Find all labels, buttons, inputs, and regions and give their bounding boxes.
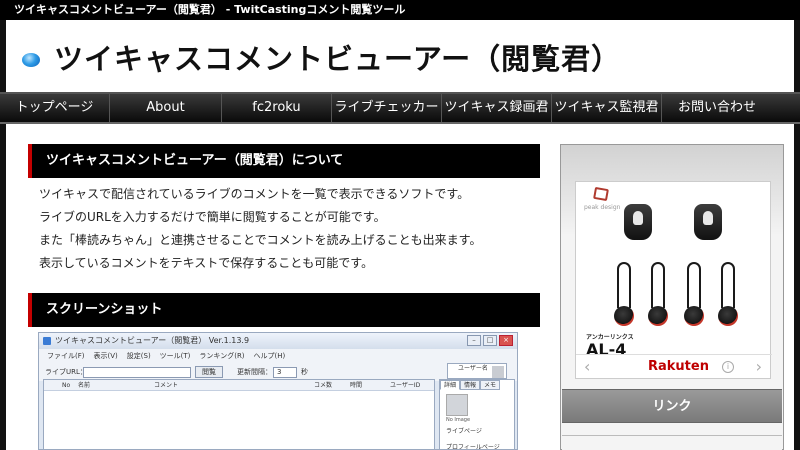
brand-name: peak design: [584, 204, 621, 211]
app-menu-item: ヘルプ(H): [253, 352, 286, 360]
product-cord-image: [651, 262, 665, 308]
nav-item-top[interactable]: トップページ: [0, 94, 110, 122]
about-line: 表示しているコメントをテキストで保存することも可能です。: [39, 256, 374, 270]
about-line: ツイキャスで配信されているライブのコメントを一覧で表示できるソフトです。: [39, 187, 470, 201]
app-grid-col: 時間: [350, 382, 363, 389]
app-side-tab: 詳細: [440, 380, 461, 390]
app-menu-item: ランキング(R): [199, 352, 245, 360]
close-icon: ×: [499, 335, 513, 346]
app-side-link-profile: プロフィールページ: [446, 444, 500, 450]
app-profile-avatar: [492, 366, 504, 378]
app-url-input: [83, 367, 191, 378]
app-side-tabs: 詳細 情報 メモ: [440, 380, 514, 390]
main-nav: トップページ About fc2roku ライブチェッカー ツイキャス録画君 ツ…: [0, 92, 800, 124]
product-anchor-image: [614, 306, 634, 326]
about-heading: ツイキャスコメントビューアー（閲覧君）について: [28, 144, 540, 178]
brand-logo: peak design: [580, 186, 620, 214]
chevron-left-icon[interactable]: ‹: [584, 357, 590, 376]
app-grid-header: No 名前 コメント コメ数 時間 ユーザーID: [44, 380, 434, 391]
main-content: ツイキャスコメントビューアー（閲覧君）について ツイキャスで配信されているライブ…: [0, 124, 800, 450]
nav-item-fc2roku[interactable]: fc2roku: [222, 94, 332, 122]
app-grid-col: コメ数: [314, 382, 333, 389]
app-url-label: ライブURL：: [45, 368, 87, 376]
app-icon: [43, 337, 51, 345]
product-clip-image: [694, 204, 722, 240]
app-side-tab: 情報: [460, 380, 481, 390]
site-title[interactable]: ツイキャスコメントビューアー（閲覧君）: [54, 36, 621, 78]
site-tagline-bar: ツイキャスコメントビューアー（閲覧君） - TwitCastingコメント閲覧ツ…: [0, 0, 800, 20]
app-menu-bar: ファイル(F) 表示(V) 設定(S) ツール(T) ランキング(R) ヘルプ(…: [39, 349, 517, 363]
app-profile-box: ユーザー名: [447, 363, 507, 379]
window-controls: – □ ×: [467, 335, 513, 346]
app-menu-item: ファイル(F): [47, 352, 85, 360]
sidebar-link-list: [562, 435, 782, 450]
app-grid-col: 名前: [78, 382, 91, 389]
screenshot-heading: スクリーンショット: [28, 293, 540, 327]
info-icon[interactable]: i: [722, 361, 734, 373]
nav-item-kanshi[interactable]: ツイキャス監視君: [552, 94, 662, 122]
link-section-heading[interactable]: リンク: [562, 389, 782, 423]
sidebar: peak design アンカーリンクス AL-4 ‹ Rakuten i › …: [560, 144, 784, 450]
product-cord-image: [721, 262, 735, 308]
product-anchor-image: [684, 306, 704, 326]
product-cord-image: [687, 262, 701, 308]
rakuten-ad-banner[interactable]: peak design アンカーリンクス AL-4 ‹ Rakuten i ›: [575, 181, 772, 380]
rakuten-logo[interactable]: Rakuten: [648, 359, 709, 374]
product-clip-image: [624, 204, 652, 240]
app-menu-item: 表示(V): [93, 352, 118, 360]
minimize-icon: –: [467, 335, 481, 346]
about-description: ツイキャスで配信されているライブのコメントを一覧で表示できるソフトです。 ライブ…: [39, 183, 481, 275]
logo-icon: [22, 53, 40, 67]
app-side-avatar-caption: No Image: [446, 417, 471, 423]
product-anchor-image: [648, 306, 668, 326]
app-menu-item: 設定(S): [126, 352, 151, 360]
app-grid-col: No: [62, 382, 71, 389]
maximize-icon: □: [483, 335, 497, 346]
app-grid-col: コメント: [154, 382, 179, 389]
about-line: ライブのURLを入力するだけで簡単に閲覧することが可能です。: [39, 210, 386, 224]
product-anchor-image: [718, 306, 738, 326]
app-view-button: 閲覧: [195, 366, 223, 378]
app-title: ツイキャスコメントビューアー（閲覧君） Ver.1.13.9: [55, 336, 250, 345]
nav-item-live-checker[interactable]: ライブチェッカー: [332, 94, 442, 122]
app-profile-name: ユーザー名: [458, 365, 488, 372]
product-cord-image: [617, 262, 631, 308]
app-screenshot: ツイキャスコメントビューアー（閲覧君） Ver.1.13.9 – □ × ファイ…: [38, 332, 518, 450]
app-side-avatar: [446, 394, 468, 416]
about-line: また「棒読みちゃん」と連携させることでコメントを読み上げることも出来ます。: [39, 233, 482, 247]
app-interval-input: 3: [273, 367, 297, 378]
site-header: ツイキャスコメントビューアー（閲覧君）: [0, 20, 800, 92]
app-side-panel: 詳細 情報 メモ No Image ライブページ プロフィールページ: [439, 379, 515, 450]
app-side-link-live: ライブページ: [446, 428, 482, 435]
chevron-right-icon[interactable]: ›: [756, 357, 762, 376]
app-grid-col: ユーザーID: [390, 382, 421, 389]
brand-mark-icon: [593, 186, 609, 202]
nav-item-contact[interactable]: お問い合わせ: [662, 94, 772, 122]
app-comment-grid: No 名前 コメント コメ数 時間 ユーザーID: [43, 379, 435, 449]
nav-item-about[interactable]: About: [110, 94, 222, 122]
ad-footer: ‹ Rakuten i ›: [576, 354, 772, 380]
app-menu-item: ツール(T): [159, 352, 191, 360]
app-side-tab: メモ: [480, 380, 501, 390]
nav-item-rokuga[interactable]: ツイキャス録画君: [442, 94, 552, 122]
app-title-bar: ツイキャスコメントビューアー（閲覧君） Ver.1.13.9 – □ ×: [39, 333, 517, 349]
